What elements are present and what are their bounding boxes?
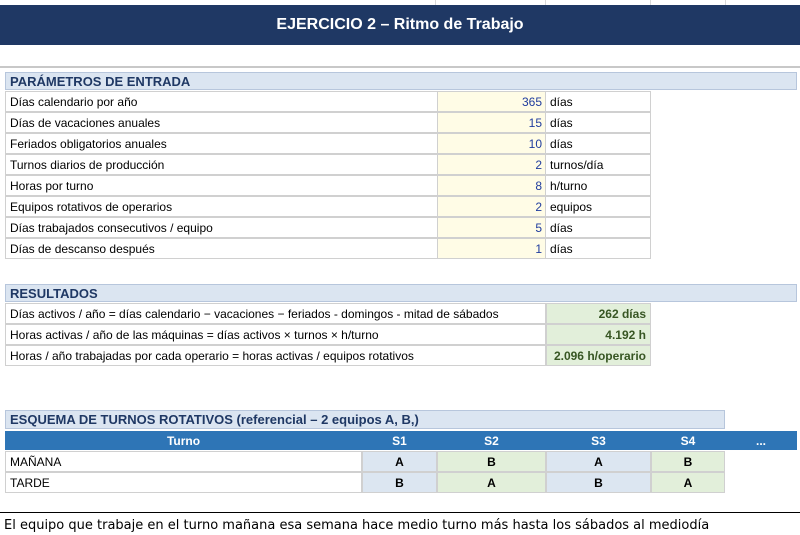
param-value-cell[interactable]: 2 [437, 154, 546, 175]
sheet-title: EJERCICIO 2 – Ritmo de Trabajo [0, 5, 800, 45]
title-divider [0, 66, 800, 68]
team-cell[interactable]: A [651, 472, 725, 493]
param-value-cell[interactable]: 15 [437, 112, 546, 133]
team-cell[interactable]: B [437, 451, 546, 472]
result-value: 4.192 h [546, 324, 651, 345]
schedule-col-header: S1 [362, 431, 437, 450]
schedule-col-header: S3 [546, 431, 651, 450]
param-label: Días de vacaciones anuales [5, 112, 437, 133]
param-label: Horas por turno [5, 175, 437, 196]
param-value-cell[interactable]: 2 [437, 196, 546, 217]
param-value-cell[interactable]: 5 [437, 217, 546, 238]
param-unit: días [546, 91, 651, 112]
team-cell[interactable]: A [546, 451, 651, 472]
param-label: Equipos rotativos de operarios [5, 196, 437, 217]
param-unit: turnos/día [546, 154, 651, 175]
result-label: Horas / año trabajadas por cada operario… [5, 345, 546, 366]
param-unit: días [546, 217, 651, 238]
team-cell[interactable]: B [651, 451, 725, 472]
param-label: Turnos diarios de producción [5, 154, 437, 175]
param-value-cell[interactable]: 1 [437, 238, 546, 259]
team-cell[interactable]: B [362, 472, 437, 493]
param-value-cell[interactable]: 10 [437, 133, 546, 154]
team-cell[interactable]: A [437, 472, 546, 493]
result-value: 2.096 h/operario [546, 345, 651, 366]
param-value-cell[interactable]: 365 [437, 91, 546, 112]
param-unit: días [546, 112, 651, 133]
note-text[interactable]: El equipo que trabaje en el turno mañana… [4, 518, 709, 533]
schedule-col-header: Turno [5, 431, 362, 450]
result-label: Horas activas / año de las máquinas = dí… [5, 324, 546, 345]
param-unit: equipos [546, 196, 651, 217]
param-unit: h/turno [546, 175, 651, 196]
result-value: 262 días [546, 303, 651, 324]
param-label: Días calendario por año [5, 91, 437, 112]
param-label: Días trabajados consecutivos / equipo [5, 217, 437, 238]
team-cell[interactable]: A [362, 451, 437, 472]
param-value-cell[interactable]: 8 [437, 175, 546, 196]
param-unit: días [546, 238, 651, 259]
results-header: RESULTADOS [5, 284, 797, 302]
param-unit: días [546, 133, 651, 154]
schedule-col-header: S2 [437, 431, 546, 450]
shift-label: MAÑANA [5, 451, 362, 472]
schedule-col-header: S4 [651, 431, 725, 450]
params-header: PARÁMETROS DE ENTRADA [5, 72, 797, 90]
schedule-col-header: ... [725, 431, 797, 450]
param-label: Feriados obligatorios anuales [5, 133, 437, 154]
param-label: Días de descanso después [5, 238, 437, 259]
result-label: Días activos / año = días calendario − v… [5, 303, 546, 324]
team-cell[interactable]: B [546, 472, 651, 493]
schedule-header: ESQUEMA DE TURNOS ROTATIVOS (referencial… [5, 410, 725, 429]
note-divider [0, 512, 800, 513]
shift-label: TARDE [5, 472, 362, 493]
